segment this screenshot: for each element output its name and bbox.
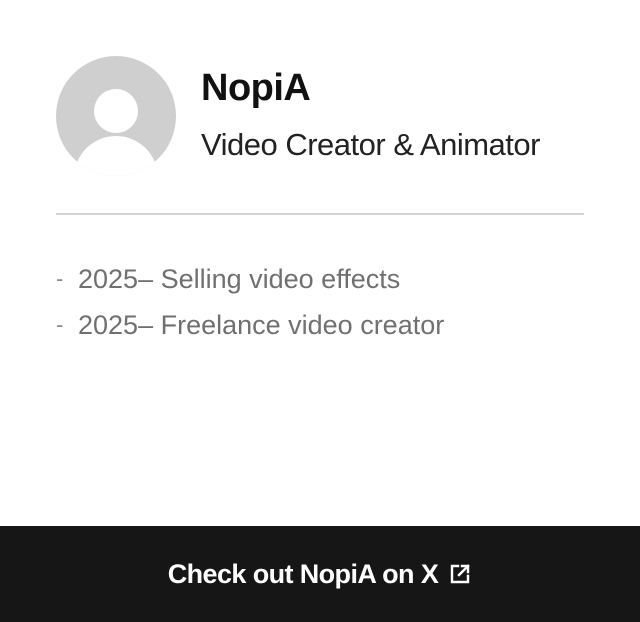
dash-bullet-icon: - [56,266,64,291]
profile-name: NopiA [201,67,311,109]
check-out-on-x-button[interactable]: Check out NopiA on X [0,526,640,622]
timeline-item: - 2025– Selling video effects [56,256,444,302]
default-user-avatar-icon [74,89,158,176]
timeline-list: - 2025– Selling video effects - 2025– Fr… [56,256,444,348]
timeline-item: - 2025– Freelance video creator [56,302,444,348]
profile-card: NopiA Video Creator & Animator - 2025– S… [0,0,640,622]
divider [56,213,584,215]
footer-button-label: Check out NopiA on X [167,558,439,589]
avatar [56,56,176,176]
timeline-item-text: 2025– Selling video effects [78,263,401,294]
profile-role: Video Creator & Animator [201,127,540,162]
dash-bullet-icon: - [56,312,64,337]
timeline-item-text: 2025– Freelance video creator [78,309,445,340]
external-link-icon [448,562,472,586]
